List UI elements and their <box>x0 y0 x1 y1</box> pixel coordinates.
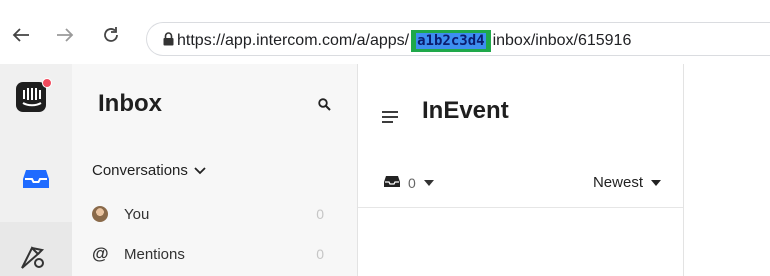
nav-rail <box>0 64 72 276</box>
list-controls: 0 Newest <box>358 156 683 208</box>
inbox-tray-icon <box>384 175 400 191</box>
notification-dot <box>42 78 52 88</box>
url-highlighted-segment: a1b2c3d4 <box>411 30 491 52</box>
inbox-icon <box>23 169 49 194</box>
rail-inbox-button[interactable] <box>0 156 72 206</box>
sidebar-item-mentions[interactable]: @ Mentions 0 <box>92 242 342 266</box>
avatar-icon <box>92 206 108 222</box>
rail-logo-button[interactable] <box>0 64 72 142</box>
browser-toolbar: https://app.intercom.com/a/apps/a1b2c3d4… <box>0 0 770 64</box>
caret-down-icon <box>423 180 434 186</box>
open-count: 0 <box>408 175 416 191</box>
rail-outbound-button[interactable] <box>0 222 72 276</box>
sidebar-item-label: Mentions <box>124 245 185 263</box>
sort-dropdown[interactable]: Newest <box>593 174 661 191</box>
conversations-section-toggle[interactable]: Conversations <box>92 162 206 179</box>
back-arrow-icon[interactable] <box>10 24 32 46</box>
intercom-app: Inbox Conversations You 0 @ Mentions 0 I… <box>0 64 770 276</box>
url-prefix: https://app.intercom.com/a/apps/ <box>177 32 410 49</box>
conversation-pane <box>684 64 770 276</box>
list-header: InEvent <box>358 64 683 144</box>
search-icon[interactable] <box>318 98 331 116</box>
sort-label: Newest <box>592 174 643 191</box>
conversations-label: Conversations <box>92 162 188 179</box>
sidebar-title: Inbox <box>98 90 162 117</box>
hamburger-menu-icon[interactable] <box>382 110 398 128</box>
lock-icon <box>163 32 174 51</box>
url-text[interactable]: https://app.intercom.com/a/apps/a1b2c3d4… <box>177 30 631 52</box>
inbox-sidebar: Inbox Conversations You 0 @ Mentions 0 <box>72 64 358 276</box>
sidebar-item-you[interactable]: You 0 <box>92 202 342 226</box>
conversation-list: InEvent 0 Newest <box>358 64 684 276</box>
sidebar-item-count: 0 <box>316 246 324 262</box>
caret-down-icon <box>651 179 661 186</box>
url-suffix: inbox/inbox/615916 <box>492 32 632 49</box>
address-bar[interactable]: https://app.intercom.com/a/apps/a1b2c3d4… <box>146 22 770 56</box>
status-filter-dropdown[interactable]: 0 <box>384 175 434 191</box>
intercom-logo-icon <box>16 82 46 112</box>
chevron-down-icon <box>194 162 206 179</box>
sidebar-item-label: You <box>124 205 150 223</box>
sidebar-item-count: 0 <box>316 206 324 222</box>
at-icon: @ <box>92 244 109 263</box>
inbox-title: InEvent <box>422 97 509 124</box>
forward-arrow-icon[interactable] <box>54 24 76 46</box>
reload-icon[interactable] <box>100 24 122 46</box>
